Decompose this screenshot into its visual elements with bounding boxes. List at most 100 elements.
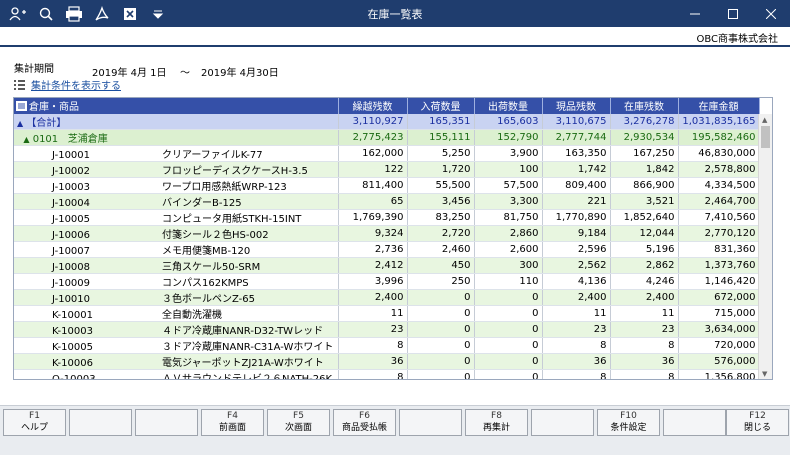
table-cell: 110 xyxy=(474,273,543,290)
grid-header-row: 倉庫・商品 繰越残数 入荷数量 出荷数量 現品残数 在庫残数 在庫金額 xyxy=(14,98,760,114)
period-to: 2019年 4月30日 xyxy=(201,68,279,79)
collapse-triangle-icon[interactable]: ▲ xyxy=(23,135,29,144)
table-row[interactable]: J-10002 フロッピーディスクケースH-3.5 122 1,720 100 1,742… xyxy=(14,161,760,178)
total-row[interactable]: ▲ 【合計】 3,110,927 165,351 165,603 3,110,6… xyxy=(14,113,760,130)
table-row[interactable]: J-10007 メモ用便箋MB-120 2,736 2,460 2,600 2,596 5,… xyxy=(14,241,760,258)
show-conditions-label[interactable]: 集計条件を表示する xyxy=(31,77,121,92)
table-row[interactable]: J-10010 ３色ボールペンZ-65 2,400 0 0 2,400 2,400 672,0… xyxy=(14,289,760,306)
table-row[interactable]: J-10005 コンピュータ用紙STKH-15INT 1,769,390 83,250… xyxy=(14,209,760,226)
table-cell: 2,860 xyxy=(474,225,543,242)
table-cell: 2,596 xyxy=(542,241,611,258)
warehouse-row[interactable]: ▲ 0101 芝浦倉庫 2,775,423 155,111 152,790 2,… xyxy=(14,129,760,146)
vertical-scrollbar[interactable]: ▲ ▼ xyxy=(758,114,772,379)
function-key-10[interactable]: F10 条件設定 xyxy=(597,409,660,436)
item-name: ワープロ用感熱紙WRP-123 xyxy=(162,181,287,193)
table-cell: 3,456 xyxy=(407,193,475,210)
item-name: コンピュータ用紙STKH-15INT xyxy=(162,213,302,225)
table-cell: 83,250 xyxy=(407,209,475,226)
pdf-icon[interactable] xyxy=(88,0,116,27)
table-row[interactable]: J-10004 バインダーB-125 65 3,456 3,300 221 3,521 2,4… xyxy=(14,193,760,210)
table-cell: 300 xyxy=(474,257,543,274)
table-row[interactable]: J-10008 三角スケール50-SRM 2,412 450 300 2,562 2,862… xyxy=(14,257,760,274)
scroll-up-icon[interactable]: ▲ xyxy=(762,116,767,124)
close-icon[interactable] xyxy=(752,0,790,27)
period-label: 集計期間 xyxy=(14,64,54,75)
item-label-cell: J-10002 フロッピーディスクケースH-3.5 xyxy=(14,161,339,178)
excel-icon[interactable] xyxy=(116,0,144,27)
print-icon[interactable] xyxy=(60,0,88,27)
table-cell: 155,111 xyxy=(407,129,475,146)
grid-menu-icon[interactable] xyxy=(16,100,27,114)
table-cell: 163,350 xyxy=(542,145,611,162)
table-row[interactable]: K-10003 ４ドア冷蔵庫NANR-D32-TWレッド 23 0 0 23 23 3,634… xyxy=(14,321,760,338)
table-cell: 5,196 xyxy=(610,241,679,258)
col-header-warehouse-item[interactable]: 倉庫・商品 xyxy=(14,98,339,114)
table-cell: 1,842 xyxy=(610,161,679,178)
table-cell: 1,769,390 xyxy=(338,209,408,226)
item-label-cell: J-10003 ワープロ用感熱紙WRP-123 xyxy=(14,177,339,194)
table-cell: 81,750 xyxy=(474,209,543,226)
col-header-onhand[interactable]: 現品残数 xyxy=(542,98,611,114)
table-cell: 0 xyxy=(474,369,543,379)
table-cell: 2,464,700 xyxy=(678,193,760,210)
inventory-grid[interactable]: 倉庫・商品 繰越残数 入荷数量 出荷数量 現品残数 在庫残数 在庫金額 ▲ 【合… xyxy=(13,97,773,380)
collapse-triangle-icon[interactable]: ▲ xyxy=(17,119,23,128)
table-row[interactable]: K-10005 ３ドア冷蔵庫NANR-C31A-Wホワイト 8 0 0 8 8 720,000 xyxy=(14,337,760,354)
function-key-3[interactable] xyxy=(135,409,198,436)
table-cell: 2,930,534 xyxy=(610,129,679,146)
function-key-9[interactable] xyxy=(531,409,594,436)
table-row[interactable]: J-10006 付箋シール２色HS-002 9,324 2,720 2,860 9,184… xyxy=(14,225,760,242)
function-key-6[interactable]: F6 商品受払帳 xyxy=(333,409,396,436)
function-key-7[interactable] xyxy=(399,409,462,436)
dropdown-icon[interactable] xyxy=(144,0,172,27)
table-row[interactable]: J-10001 クリアーファイルK-77 162,000 5,250 3,900 163,… xyxy=(14,145,760,162)
table-row[interactable]: K-10006 電気ジャーポットZJ21A-Wホワイト 36 0 0 36 36 576,00… xyxy=(14,353,760,370)
item-code: O-10003 xyxy=(52,373,96,380)
table-cell: 8 xyxy=(610,369,679,379)
item-code: J-10004 xyxy=(52,197,91,209)
function-key-4[interactable]: F4 前画面 xyxy=(201,409,264,436)
table-cell: 2,736 xyxy=(338,241,408,258)
item-code: J-10006 xyxy=(52,229,91,241)
item-label-cell: K-10001 全自動洗濯機 xyxy=(14,305,339,322)
col-header-carryover[interactable]: 繰越残数 xyxy=(338,98,408,114)
col-header-received[interactable]: 入荷数量 xyxy=(407,98,475,114)
minimize-icon[interactable] xyxy=(676,0,714,27)
table-cell: 2,400 xyxy=(338,289,408,306)
function-key-12[interactable]: F12 閉じる xyxy=(726,409,789,436)
table-row[interactable]: J-10009 コンパス162KMPS 3,996 250 110 4,136 4,246 1… xyxy=(14,273,760,290)
table-row[interactable]: J-10003 ワープロ用感熱紙WRP-123 811,400 55,500 57,50… xyxy=(14,177,760,194)
table-cell: 46,830,000 xyxy=(678,145,760,162)
table-row[interactable]: K-10001 全自動洗濯機 11 0 0 11 11 715,000 xyxy=(14,305,760,322)
function-key-1[interactable]: F1 ヘルプ xyxy=(3,409,66,436)
search-icon[interactable] xyxy=(32,0,60,27)
list-icon xyxy=(14,79,25,90)
item-name: ３色ボールペンZ-65 xyxy=(162,293,256,305)
table-cell: 0 xyxy=(407,337,475,354)
user-add-icon[interactable] xyxy=(4,0,32,27)
item-code: J-10009 xyxy=(52,277,91,289)
maximize-icon[interactable] xyxy=(714,0,752,27)
function-key-8[interactable]: F8 再集計 xyxy=(465,409,528,436)
table-cell: 0 xyxy=(407,321,475,338)
col-header-stock[interactable]: 在庫残数 xyxy=(610,98,679,114)
scrollbar-thumb[interactable] xyxy=(761,126,770,148)
table-cell: 2,400 xyxy=(542,289,611,306)
show-conditions-link[interactable]: 集計条件を表示する xyxy=(14,77,121,92)
function-key-5[interactable]: F5 次画面 xyxy=(267,409,330,436)
item-name: 全自動洗濯機 xyxy=(162,309,222,321)
table-cell: 162,000 xyxy=(338,145,408,162)
table-cell: 2,578,800 xyxy=(678,161,760,178)
scroll-down-icon[interactable]: ▼ xyxy=(762,370,767,378)
table-row[interactable]: O-10003 ＡＶサラウンドテレビ２６NATH-26K 8 0 0 8 8 1,356,80… xyxy=(14,369,760,380)
table-cell: 12,044 xyxy=(610,225,679,242)
col-header-amount[interactable]: 在庫金額 xyxy=(678,98,760,114)
item-name: コンパス162KMPS xyxy=(162,277,249,289)
function-key-11[interactable] xyxy=(663,409,726,436)
table-cell: 36 xyxy=(542,353,611,370)
table-cell: 2,770,120 xyxy=(678,225,760,242)
col-header-shipped[interactable]: 出荷数量 xyxy=(474,98,543,114)
table-cell: 3,300 xyxy=(474,193,543,210)
function-key-2[interactable] xyxy=(69,409,132,436)
table-cell: 9,324 xyxy=(338,225,408,242)
